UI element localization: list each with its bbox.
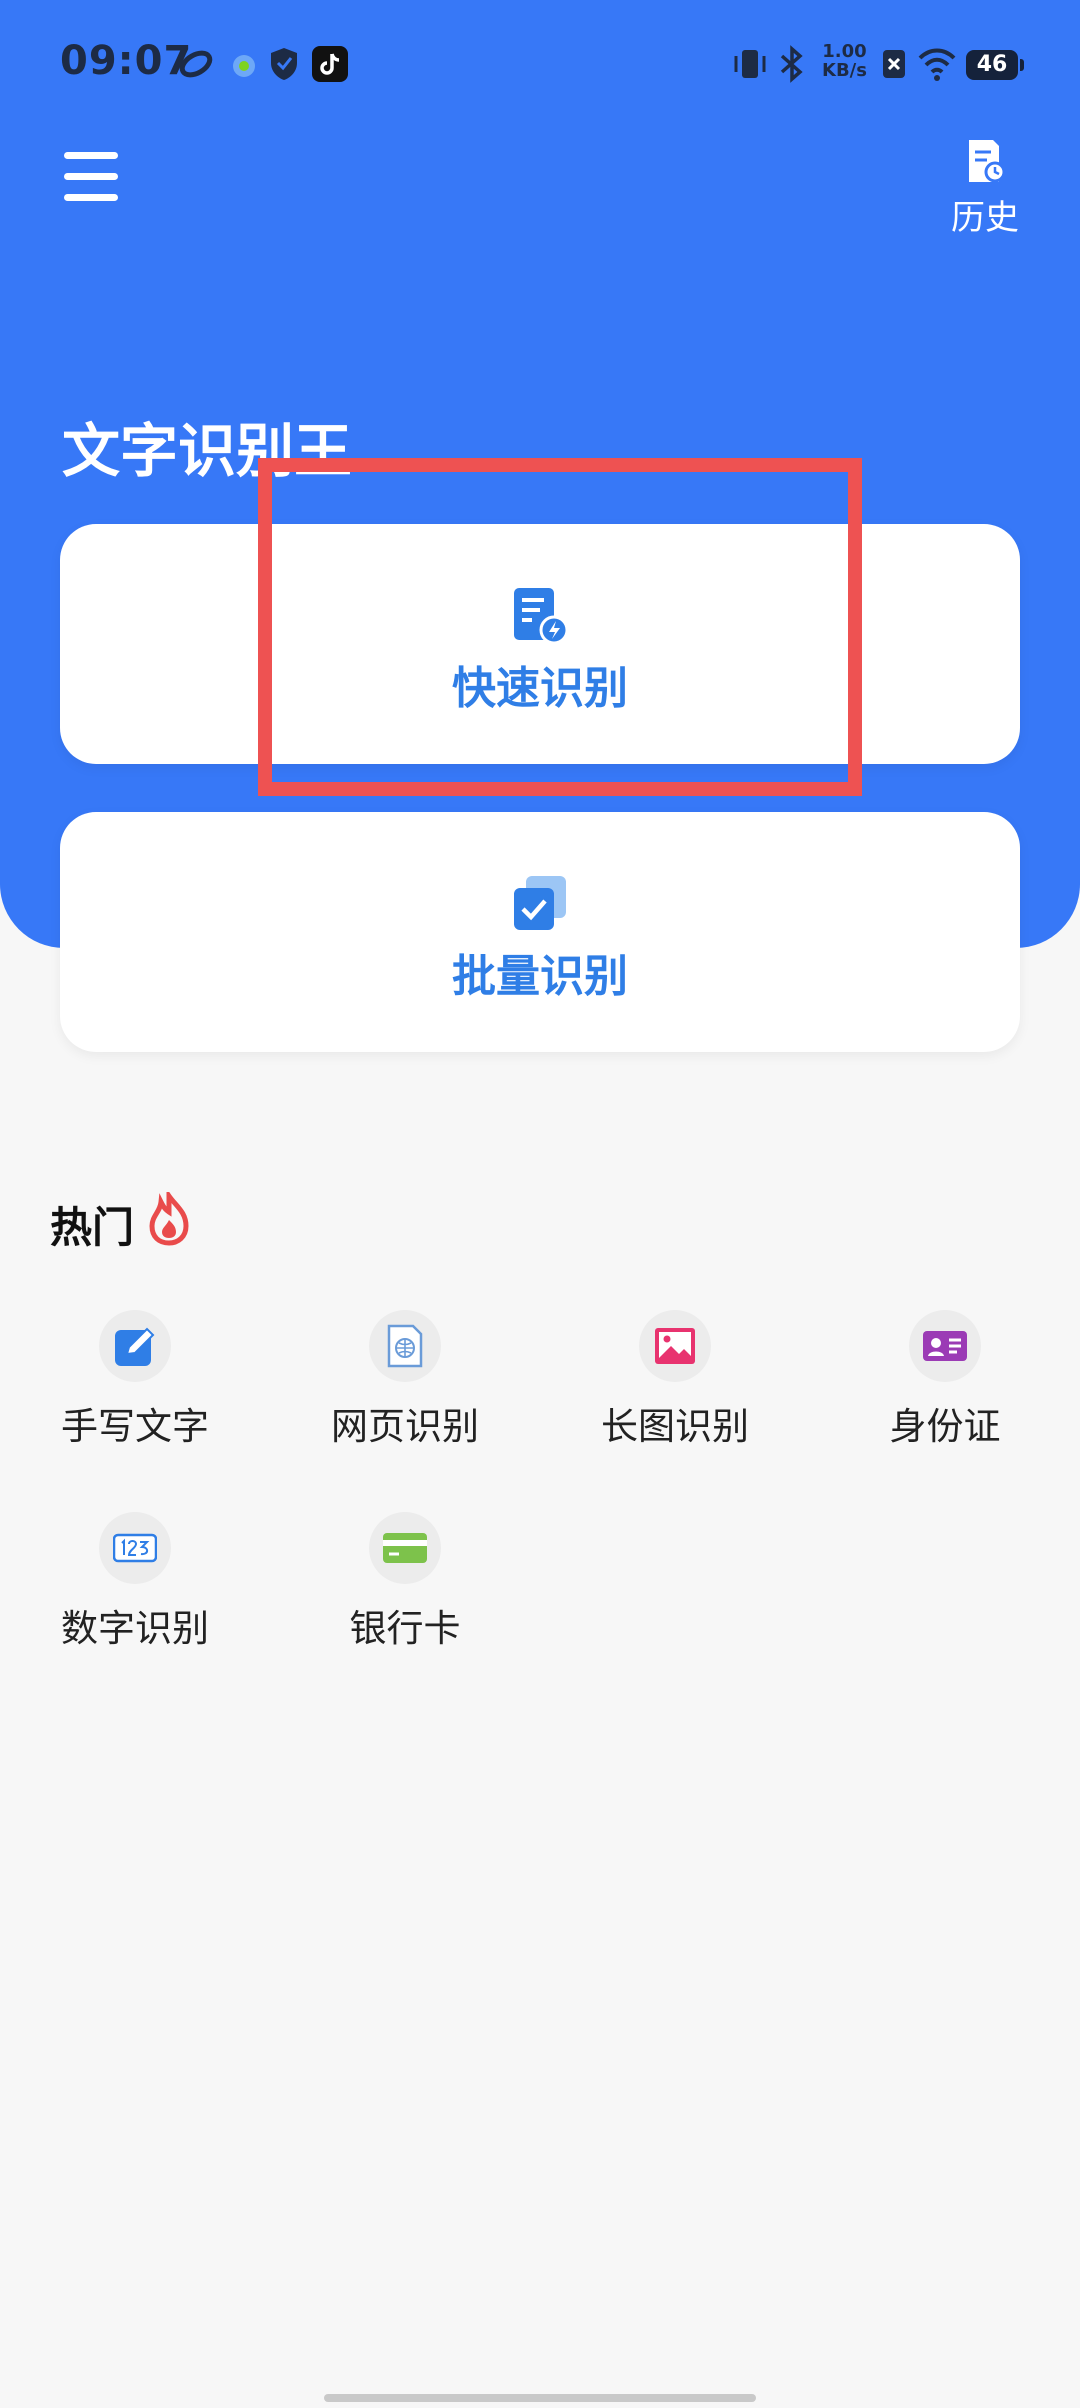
batch-scan-icon [514,876,566,930]
grid-item-label: 长图识别 [601,1405,749,1448]
history-button[interactable]: 历史 [950,138,1020,238]
grid-item-label: 网页识别 [331,1405,479,1448]
batch-scan-card[interactable]: 批量识别 [60,812,1020,1052]
long-image-icon [655,1328,695,1364]
section-title-hot: 热门 [50,1203,135,1252]
menu-button[interactable] [64,152,118,202]
grid-item-long-image[interactable]: 长图识别 [575,1310,775,1450]
highlight-box [258,458,862,796]
bank-card-icon [383,1533,427,1563]
home-indicator[interactable] [324,2394,756,2402]
grid-item-bank-card[interactable]: 银行卡 [305,1512,505,1652]
shield-icon [271,48,297,80]
grid-item-label: 银行卡 [349,1607,461,1650]
status-bar: 09:07 1.00 KB/s 46 [0,0,1080,130]
wifi-icon [918,48,956,81]
history-label: 历史 [951,198,1019,238]
batch-scan-label: 批量识别 [452,951,628,1002]
browser-app-icon [179,50,213,78]
grid-item-label: 手写文字 [61,1405,209,1448]
vibrate-icon [734,50,766,78]
grid-item-webpage[interactable]: 网页识别 [305,1310,505,1450]
download-status-icon [233,55,255,77]
webpage-icon [387,1324,423,1368]
grid-item-number[interactable]: 数字识别 [35,1512,235,1652]
menu-icon [64,152,118,159]
sim-off-icon [883,50,905,78]
history-icon [969,140,1006,183]
grid-item-label: 身份证 [889,1405,1001,1448]
bluetooth-icon [780,45,803,83]
number-icon [113,1533,157,1563]
grid-item-handwriting[interactable]: 手写文字 [35,1310,235,1450]
network-speed: 1.00 KB/s [822,41,867,81]
status-time: 09:07 [60,38,193,84]
tiktok-icon [312,46,348,82]
grid-item-label: 数字识别 [61,1607,209,1650]
id-card-icon [923,1331,967,1361]
grid-item-id-card[interactable]: 身份证 [845,1310,1045,1450]
handwriting-icon [115,1327,155,1366]
flame-icon [149,1192,189,1246]
battery-indicator: 46 [966,50,1024,80]
